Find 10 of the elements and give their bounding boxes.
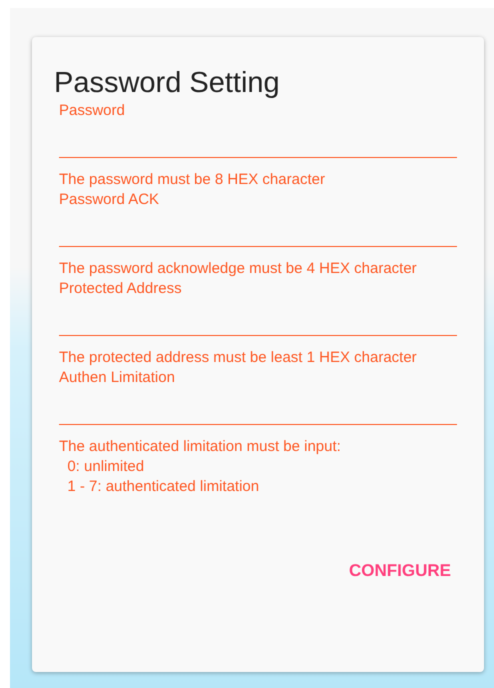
field-label: Authen Limitation [59, 368, 176, 388]
field-label: Password [59, 101, 126, 121]
configure-button[interactable]: CONFIGURE [341, 555, 459, 587]
error-message: The password acknowledge must be 4 HEX character [59, 259, 418, 279]
error-message: The protected address must be least 1 HEX character [59, 348, 418, 368]
dialog-title: Password Setting [54, 66, 281, 101]
error-message: The authenticated limitation must be input: 0: unlimited 1 - 7: authenticated limitation [59, 437, 342, 497]
error-message: The password must be 8 HEX character [59, 170, 326, 190]
field-label: Protected Address [59, 279, 183, 299]
field-label: Password ACK [59, 190, 160, 210]
